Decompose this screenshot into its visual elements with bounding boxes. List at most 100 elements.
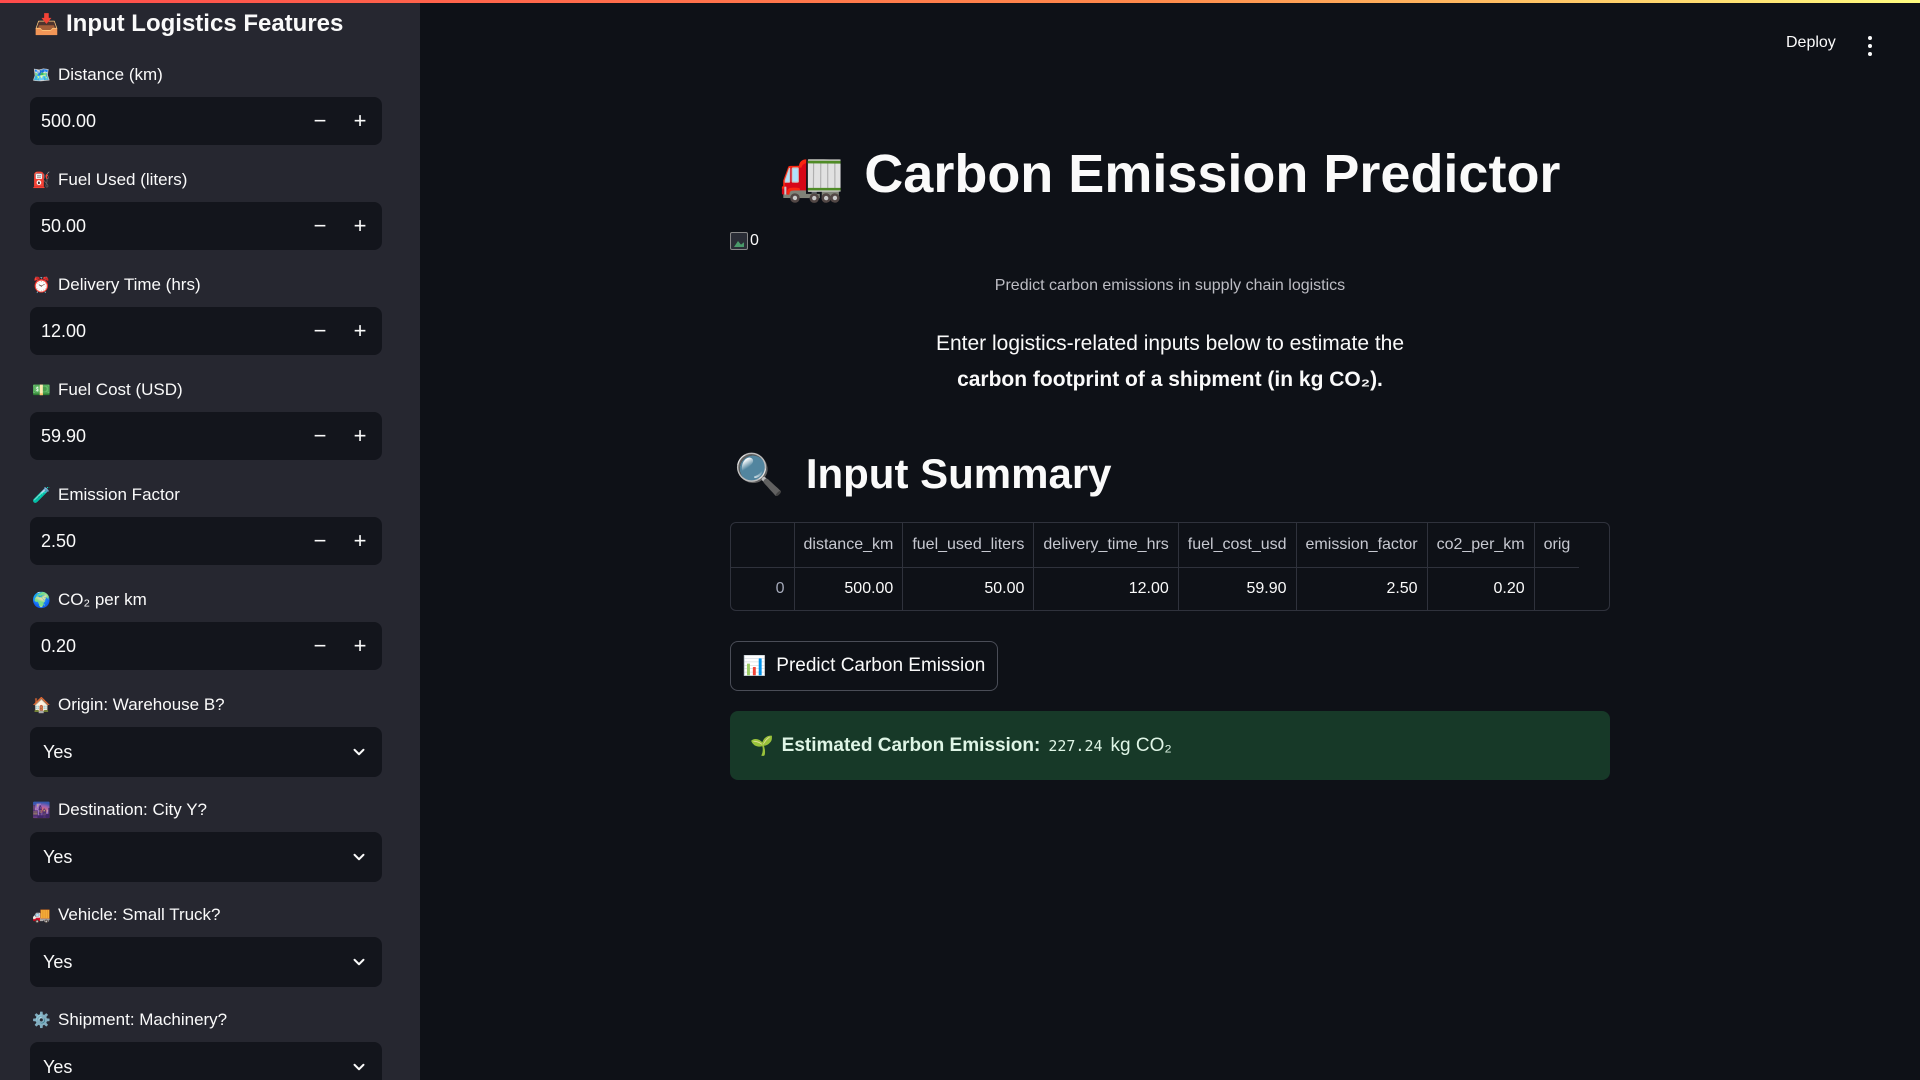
description-line-1: Enter logistics-related inputs below to …	[935, 332, 1405, 355]
cityscape-icon: 🌆	[32, 802, 51, 819]
increment-button[interactable]: +	[340, 622, 380, 670]
table-cell[interactable]: 2.50	[1296, 567, 1428, 610]
table-cell[interactable]	[1534, 567, 1579, 610]
decrement-button[interactable]: −	[300, 622, 340, 670]
input-value[interactable]: 50.00	[30, 216, 300, 237]
vehicle-select[interactable]: Yes	[30, 937, 382, 987]
input-summary-heading: 🔍 Input Summary	[734, 450, 1112, 498]
decrement-button[interactable]: −	[300, 202, 340, 250]
table-cell[interactable]: 12.00	[1033, 567, 1179, 610]
chevron-down-icon	[353, 748, 365, 756]
distance-input[interactable]: 500.00 − +	[30, 97, 382, 145]
sidebar-title-text: Input Logistics Features	[66, 10, 344, 37]
select-value: Yes	[43, 846, 73, 867]
co2-per-km-field: 🌍 CO₂ per km 0.20 − +	[30, 588, 382, 670]
page-title: 🚛 Carbon Emission Predictor	[0, 143, 1920, 205]
input-summary-table[interactable]: distance_km fuel_used_liters delivery_ti…	[730, 522, 1610, 611]
column-header[interactable]: distance_km	[794, 523, 904, 568]
fuel-cost-input[interactable]: 59.90 − +	[30, 412, 382, 460]
main-menu-icon[interactable]	[1866, 36, 1874, 56]
fuel-cost-field: 💵 Fuel Cost (USD) 59.90 − +	[30, 378, 382, 460]
house-icon: 🏠	[32, 697, 51, 714]
co2-per-km-input[interactable]: 0.20 − +	[30, 622, 382, 670]
destination-field: 🌆 Destination: City Y? Yes	[30, 798, 382, 882]
result-unit: kg CO₂	[1110, 734, 1172, 756]
table-row: 0 500.00 50.00 12.00 59.90 2.50 0.20	[731, 567, 1579, 610]
column-header[interactable]: delivery_time_hrs	[1033, 523, 1179, 568]
table-cell[interactable]: 59.90	[1178, 567, 1297, 610]
field-label: Shipment: Machinery?	[58, 1010, 228, 1029]
bar-chart-icon: 📊	[742, 656, 767, 677]
decrement-button[interactable]: −	[300, 412, 340, 460]
input-value[interactable]: 500.00	[30, 111, 300, 132]
increment-button[interactable]: +	[340, 202, 380, 250]
fuel-used-input[interactable]: 50.00 − +	[30, 202, 382, 250]
table-cell[interactable]: 500.00	[794, 567, 904, 610]
field-label: Distance (km)	[58, 65, 163, 84]
field-label: Delivery Time (hrs)	[58, 275, 201, 294]
predict-button-label: Predict Carbon Emission	[776, 655, 986, 676]
field-label: CO₂ per km	[58, 590, 147, 609]
increment-button[interactable]: +	[340, 412, 380, 460]
predict-button[interactable]: 📊 Predict Carbon Emission	[730, 641, 998, 691]
increment-button[interactable]: +	[340, 97, 380, 145]
chevron-down-icon	[353, 1063, 365, 1071]
column-header[interactable]	[731, 523, 795, 568]
input-value[interactable]: 0.20	[30, 636, 300, 657]
select-value: Yes	[43, 741, 73, 762]
inbox-tray-icon: 📥	[34, 13, 59, 36]
magnifying-glass-icon: 🔍	[734, 452, 784, 497]
column-header[interactable]: fuel_cost_usd	[1178, 523, 1297, 568]
shipment-field: ⚙️ Shipment: Machinery? Yes	[30, 1008, 382, 1080]
destination-select[interactable]: Yes	[30, 832, 382, 882]
delivery-time-field: ⏰ Delivery Time (hrs) 12.00 − +	[30, 273, 382, 355]
field-label: Destination: City Y?	[58, 800, 207, 819]
globe-icon: 🌍	[32, 592, 51, 609]
result-label: Estimated Carbon Emission:	[781, 734, 1041, 756]
table-cell[interactable]: 0.20	[1427, 567, 1535, 610]
field-label: Emission Factor	[58, 485, 180, 504]
increment-button[interactable]: +	[340, 517, 380, 565]
distance-field: 🗺️ Distance (km) 500.00 − +	[30, 63, 382, 145]
table-header-row: distance_km fuel_used_liters delivery_ti…	[731, 523, 1580, 568]
field-label: Vehicle: Small Truck?	[58, 905, 221, 924]
page-subtitle: Predict carbon emissions in supply chain…	[994, 277, 1346, 294]
delivery-time-input[interactable]: 12.00 − +	[30, 307, 382, 355]
field-label: Origin: Warehouse B?	[58, 695, 225, 714]
top-decoration-bar	[0, 0, 1920, 3]
decrement-button[interactable]: −	[300, 517, 340, 565]
test-tube-icon: 🧪	[32, 487, 51, 504]
articulated-lorry-icon: 🚛	[779, 145, 845, 204]
input-value[interactable]: 59.90	[30, 426, 300, 447]
result-alert: 🌱 Estimated Carbon Emission: 227.24 kg C…	[730, 711, 1610, 780]
description-line-2: carbon footprint of a shipment (in kg CO…	[957, 368, 1383, 391]
map-icon: 🗺️	[32, 67, 51, 84]
decrement-button[interactable]: −	[300, 97, 340, 145]
shipment-select[interactable]: Yes	[30, 1042, 382, 1080]
column-header[interactable]: co2_per_km	[1427, 523, 1535, 568]
decrement-button[interactable]: −	[300, 307, 340, 355]
broken-image: 0	[730, 232, 759, 250]
select-value: Yes	[43, 1056, 73, 1077]
input-value[interactable]: 12.00	[30, 321, 300, 342]
column-header[interactable]: orig	[1534, 523, 1580, 568]
emission-factor-input[interactable]: 2.50 − +	[30, 517, 382, 565]
chevron-down-icon	[353, 853, 365, 861]
table-cell[interactable]: 50.00	[902, 567, 1035, 610]
result-value: 227.24	[1048, 736, 1103, 755]
vehicle-field: 🚚 Vehicle: Small Truck? Yes	[30, 903, 382, 987]
column-header[interactable]: fuel_used_liters	[902, 523, 1035, 568]
origin-field: 🏠 Origin: Warehouse B? Yes	[30, 693, 382, 777]
page-description: Enter logistics-related inputs below to …	[730, 326, 1610, 398]
seedling-icon: 🌱	[750, 735, 774, 757]
page-title-text: Carbon Emission Predictor	[864, 144, 1561, 204]
dollar-banknote-icon: 💵	[32, 382, 51, 399]
deploy-button[interactable]: Deploy	[1786, 34, 1836, 52]
increment-button[interactable]: +	[340, 307, 380, 355]
emission-factor-field: 🧪 Emission Factor 2.50 − +	[30, 483, 382, 565]
field-label: Fuel Cost (USD)	[58, 380, 183, 399]
column-header[interactable]: emission_factor	[1296, 523, 1428, 568]
input-value[interactable]: 2.50	[30, 531, 300, 552]
origin-select[interactable]: Yes	[30, 727, 382, 777]
row-index[interactable]: 0	[731, 567, 795, 610]
